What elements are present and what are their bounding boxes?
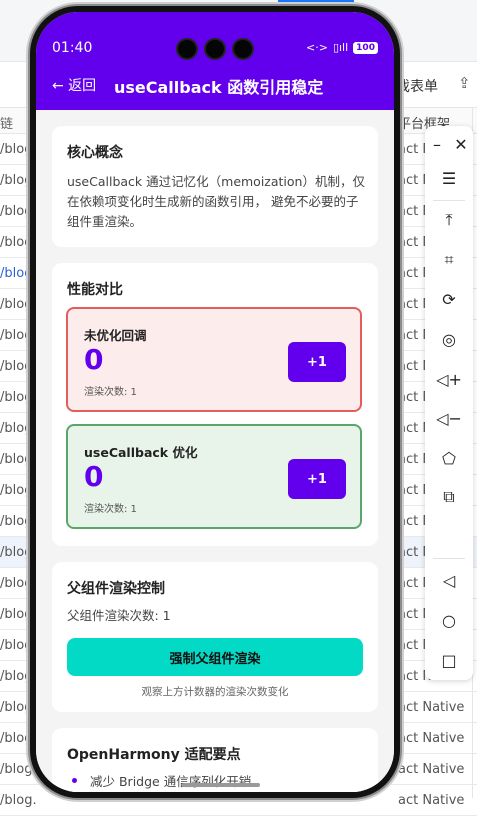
- row-link-cell[interactable]: /blog: [0, 669, 32, 684]
- row-framework-cell: act Native: [398, 762, 465, 777]
- concept-text: useCallback 通过记忆化（memoization）机制，仅在依赖项变化…: [67, 174, 365, 229]
- unoptimized-renders: 渲染次数: 1: [84, 387, 137, 398]
- bullet-dot: [72, 778, 77, 783]
- column-header-link: 链: [0, 117, 14, 132]
- status-time: 01:40: [52, 40, 93, 56]
- optimized-count: 0: [84, 460, 104, 493]
- parent-render-count: 父组件渲染次数: 1: [67, 608, 171, 623]
- row-link-cell[interactable]: /blog: [0, 731, 32, 746]
- row-framework-cell: act Native: [398, 700, 465, 715]
- recents-nav-icon[interactable]: □: [425, 644, 473, 676]
- menu-icon[interactable]: ☰: [425, 162, 473, 194]
- crop-icon[interactable]: ⌗: [425, 244, 473, 276]
- row-link-cell[interactable]: /blog: [0, 390, 32, 405]
- camera-cutout: [176, 38, 254, 60]
- optimized-panel: useCallback 优化 0 渲染次数: 1 +1: [66, 424, 362, 529]
- battery-icon: 100: [353, 41, 378, 54]
- toolbar-label[interactable]: 戏表单: [396, 76, 438, 96]
- row-link-cell[interactable]: /blog: [0, 638, 32, 653]
- back-button[interactable]: ← 返回: [52, 75, 96, 95]
- unoptimized-increment-button[interactable]: +1: [288, 342, 346, 382]
- home-nav-icon[interactable]: ○: [425, 604, 473, 636]
- optimized-increment-button[interactable]: +1: [288, 459, 346, 499]
- row-link-cell[interactable]: /blog: [0, 421, 32, 436]
- emulator-side-panel: – ✕ ☰ ⤒ ⌗ ⟳ ◎ ◁+ ◁− ⬠ ⧉ ◁ ○ □: [425, 126, 473, 680]
- optimized-label: useCallback 优化: [84, 445, 198, 460]
- volume-down-icon[interactable]: ◁−: [425, 402, 473, 434]
- home-indicator[interactable]: [182, 783, 260, 787]
- phone-screen: 01:40 <·> ▯ıll 100 ← 返回 useCallback 函数引用…: [36, 12, 394, 792]
- no-sim-icon: ▯ıll: [332, 41, 349, 54]
- eraser-icon[interactable]: ⬠: [425, 442, 473, 474]
- row-link-cell[interactable]: /blog: [0, 328, 32, 343]
- scroll-content[interactable]: 核心概念 useCallback 通过记忆化（memoization）机制，仅在…: [36, 110, 394, 792]
- row-link-cell[interactable]: /blog: [0, 297, 32, 312]
- row-link-cell[interactable]: /blog: [0, 514, 32, 529]
- row-link-cell[interactable]: /blog: [0, 576, 32, 591]
- screenshot-icon[interactable]: ◎: [425, 323, 473, 355]
- optimized-renders: 渲染次数: 1: [84, 504, 137, 515]
- unoptimized-count: 0: [84, 343, 104, 376]
- parent-render-hint: 观察上方计数器的渲染次数变化: [141, 686, 289, 698]
- performance-card: 性能对比 未优化回调 0 渲染次数: 1 +1 useCallback 优化 0…: [52, 263, 378, 546]
- volume-up-icon[interactable]: ◁+: [425, 363, 473, 395]
- multi-window-icon[interactable]: ⧉: [425, 481, 473, 513]
- concept-title: 核心概念: [67, 145, 123, 161]
- row-link-cell[interactable]: /blog.: [0, 762, 37, 777]
- row-link-cell[interactable]: /blog: [0, 452, 32, 467]
- parent-render-card: 父组件渲染控制 父组件渲染次数: 1 强制父组件渲染 观察上方计数器的渲染次数变…: [52, 562, 378, 712]
- status-icons: <·> ▯ıll 100: [306, 41, 378, 54]
- force-render-button[interactable]: 强制父组件渲染: [67, 638, 363, 676]
- row-link-cell[interactable]: /blog: [0, 483, 32, 498]
- share-icon[interactable]: ⇪: [458, 74, 471, 92]
- row-link-cell[interactable]: /blog: [0, 142, 32, 157]
- row-link-cell[interactable]: /blog: [0, 173, 32, 188]
- concept-card: 核心概念 useCallback 通过记忆化（memoization）机制，仅在…: [52, 126, 378, 247]
- unoptimized-panel: 未优化回调 0 渲染次数: 1 +1: [66, 307, 362, 412]
- close-icon[interactable]: ✕: [449, 128, 473, 160]
- row-link-cell[interactable]: /blog: [0, 700, 32, 715]
- openharmony-title: OpenHarmony 适配要点: [67, 747, 241, 763]
- page-title: useCallback 函数引用稳定: [114, 78, 324, 97]
- row-framework-cell: act Native: [398, 793, 465, 808]
- minimize-icon[interactable]: –: [425, 128, 449, 160]
- row-link-cell[interactable]: /blog: [0, 359, 32, 374]
- app-bar: 01:40 <·> ▯ıll 100 ← 返回 useCallback 函数引用…: [36, 12, 394, 110]
- back-nav-icon[interactable]: ◁: [425, 564, 473, 596]
- unoptimized-label: 未优化回调: [84, 328, 147, 343]
- row-framework-cell: act Native: [398, 731, 465, 746]
- signal-icon: <·>: [306, 41, 328, 54]
- row-link-cell[interactable]: /blog: [0, 607, 32, 622]
- row-link-cell[interactable]: /blog: [0, 235, 32, 250]
- row-link-cell[interactable]: /blog: [0, 266, 32, 281]
- row-link-cell[interactable]: /blog: [0, 545, 32, 560]
- parent-render-title: 父组件渲染控制: [67, 581, 165, 597]
- phone-frame: 01:40 <·> ▯ıll 100 ← 返回 useCallback 函数引用…: [30, 6, 400, 798]
- rotate-icon[interactable]: ⟳: [425, 283, 473, 315]
- pin-top-icon[interactable]: ⤒: [425, 204, 473, 236]
- row-link-cell[interactable]: /blog: [0, 204, 32, 219]
- row-link-cell[interactable]: /blog.: [0, 793, 37, 808]
- openharmony-bullet: 减少 Bridge 通信序列化开销: [90, 774, 252, 789]
- performance-title: 性能对比: [67, 282, 123, 298]
